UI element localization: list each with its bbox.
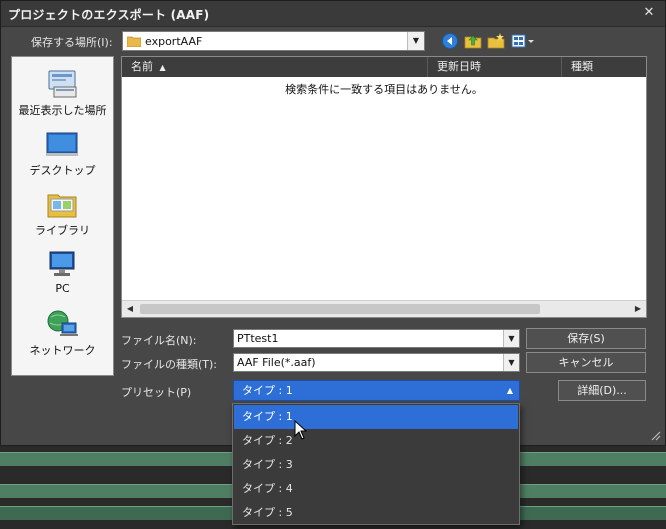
preset-dropdown-list: タイプ : 1 タイプ : 2 タイプ : 3 タイプ : 4 タイプ : 5 xyxy=(232,403,520,525)
chevron-down-icon[interactable]: ▼ xyxy=(503,354,519,371)
resize-grip-icon[interactable] xyxy=(649,429,661,441)
preset-option[interactable]: タイプ : 1 xyxy=(234,405,518,429)
filetype-select[interactable]: AAF File(*.aaf) ▼ xyxy=(233,353,520,372)
chevron-down-icon[interactable]: ▼ xyxy=(407,32,424,50)
recent-places-icon xyxy=(48,70,77,98)
look-in-value: exportAAF xyxy=(145,35,203,48)
pc-icon xyxy=(49,251,75,276)
column-name[interactable]: 名前 ▲ xyxy=(122,57,428,77)
preset-select[interactable]: タイプ : 1 ▲ xyxy=(233,380,520,401)
back-icon[interactable] xyxy=(441,32,459,50)
place-label: ネットワーク xyxy=(29,344,96,357)
column-label: 種類 xyxy=(571,60,593,73)
column-header-row: 名前 ▲ 更新日時 種類 xyxy=(122,57,646,77)
new-folder-icon[interactable] xyxy=(487,32,505,50)
desktop-icon xyxy=(46,132,78,156)
column-type[interactable]: 種類 xyxy=(562,57,646,77)
place-network[interactable]: ネットワーク xyxy=(12,303,113,361)
place-label: デスクトップ xyxy=(29,164,96,177)
place-pc[interactable]: PC xyxy=(12,243,113,301)
place-desktop[interactable]: デスクトップ xyxy=(12,123,113,181)
dialog-title: プロジェクトのエクスポート (AAF) xyxy=(8,8,210,22)
sort-ascending-icon: ▲ xyxy=(159,63,166,72)
view-menu-icon[interactable] xyxy=(510,32,536,50)
up-folder-icon[interactable] xyxy=(464,32,482,50)
network-icon xyxy=(47,310,78,336)
library-icon xyxy=(47,194,77,218)
places-bar: 最近表示した場所 デスクトップ ライブラリ PC ネットワーク xyxy=(11,56,114,376)
column-label: 名前 xyxy=(131,60,153,73)
place-label: 最近表示した場所 xyxy=(18,104,107,117)
chevron-down-icon[interactable]: ▼ xyxy=(503,330,519,347)
filetype-label: ファイルの種類(T): xyxy=(121,358,218,371)
place-library[interactable]: ライブラリ xyxy=(12,183,113,241)
close-button[interactable]: ✕ xyxy=(641,5,657,21)
horizontal-scrollbar[interactable]: ◀ ▶ xyxy=(122,300,646,317)
filename-value: PTtest1 xyxy=(237,332,279,345)
preset-option[interactable]: タイプ : 5 xyxy=(234,501,518,525)
cancel-button[interactable]: キャンセル xyxy=(526,352,646,373)
preset-value: タイプ : 1 xyxy=(242,384,293,397)
preset-option[interactable]: タイプ : 4 xyxy=(234,477,518,501)
folder-icon xyxy=(127,36,141,47)
scroll-right-icon[interactable]: ▶ xyxy=(630,301,646,317)
look-in-combo[interactable]: exportAAF ▼ xyxy=(122,31,425,51)
file-list[interactable]: 名前 ▲ 更新日時 種類 検索条件に一致する項目はありません。 ◀ ▶ xyxy=(121,56,647,318)
scroll-thumb[interactable] xyxy=(140,304,540,314)
place-recent[interactable]: 最近表示した場所 xyxy=(12,63,113,121)
filename-label: ファイル名(N): xyxy=(121,334,197,347)
details-button[interactable]: 詳細(D)... xyxy=(558,380,646,401)
save-button[interactable]: 保存(S) xyxy=(526,328,646,349)
place-label: ライブラリ xyxy=(35,224,90,237)
empty-message: 検索条件に一致する項目はありません。 xyxy=(285,83,483,96)
filetype-value: AAF File(*.aaf) xyxy=(237,356,316,369)
title-bar[interactable]: プロジェクトのエクスポート (AAF) ✕ xyxy=(1,1,665,27)
place-label: PC xyxy=(55,282,70,295)
scroll-left-icon[interactable]: ◀ xyxy=(122,301,138,317)
mouse-pointer-icon xyxy=(294,420,308,440)
preset-label: プリセット(P) xyxy=(121,386,192,399)
export-aaf-dialog: プロジェクトのエクスポート (AAF) ✕ 保存する場所(I): exportA… xyxy=(0,0,666,446)
chevron-up-icon: ▲ xyxy=(506,386,513,395)
look-in-label: 保存する場所(I): xyxy=(31,36,113,49)
preset-option[interactable]: タイプ : 2 xyxy=(234,429,518,453)
filename-field[interactable]: PTtest1 ▼ xyxy=(233,329,520,348)
preset-option[interactable]: タイプ : 3 xyxy=(234,453,518,477)
column-label: 更新日時 xyxy=(437,60,481,73)
column-modified[interactable]: 更新日時 xyxy=(428,57,562,77)
